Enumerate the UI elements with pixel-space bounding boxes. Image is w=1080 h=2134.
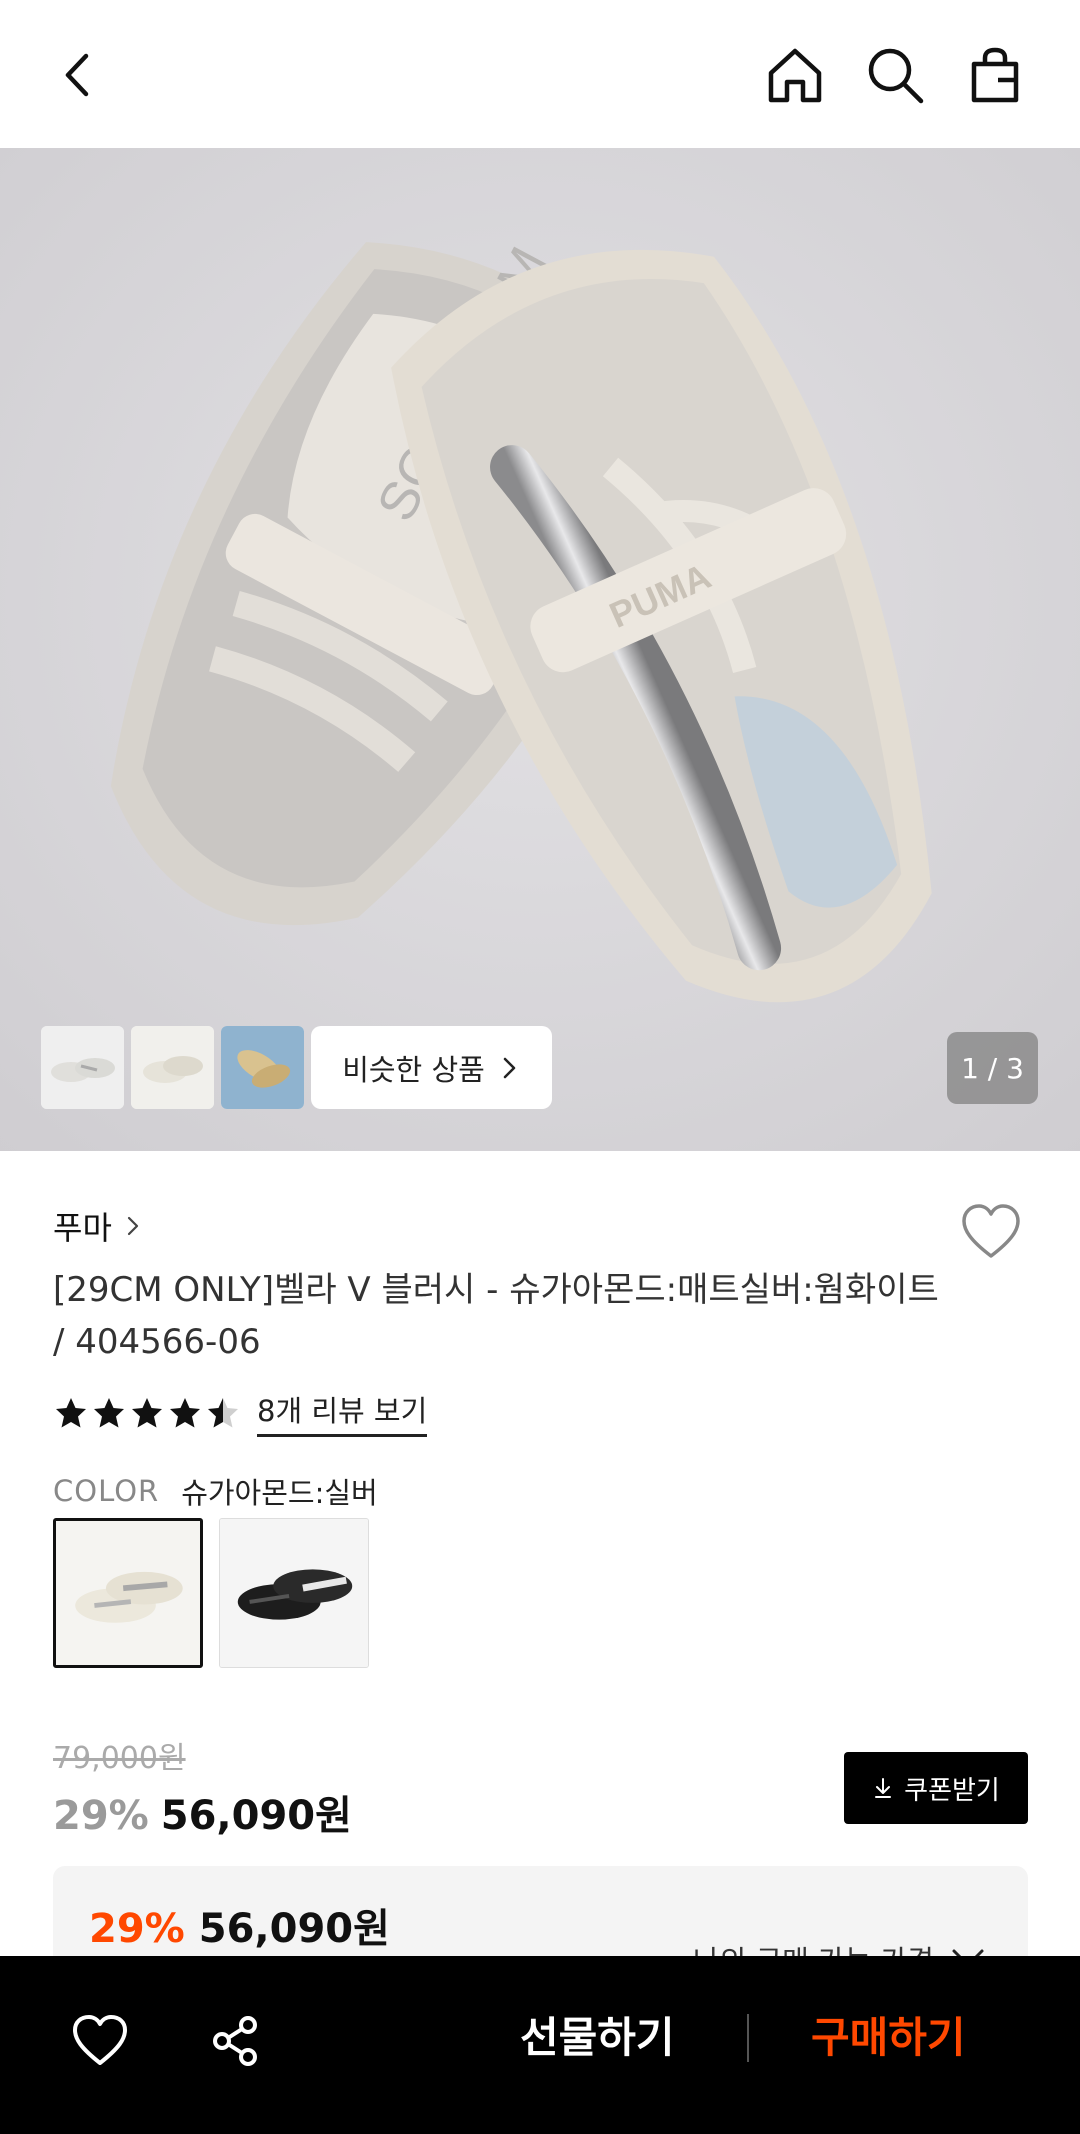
similar-products-label: 비슷한 상품 (342, 1052, 485, 1087)
thumbnail-2[interactable] (131, 1026, 214, 1109)
original-price: 79,000원 (53, 1741, 186, 1776)
search-icon (868, 48, 924, 104)
star-full-icon (94, 1397, 124, 1427)
bottom-action-bar: 선물하기 구매하기 (0, 1956, 1080, 2134)
shopping-bag-icon (971, 47, 1019, 103)
bottom-wishlist-button[interactable] (70, 2011, 130, 2071)
star-full-icon (132, 1397, 162, 1427)
color-label: COLOR (53, 1474, 160, 1508)
star-half-icon (208, 1397, 238, 1427)
thumbnail-3[interactable] (221, 1026, 304, 1109)
product-photo: SOFTFOAM PUMA (0, 148, 1080, 1151)
chevron-right-icon (503, 1057, 516, 1078)
my-discount-rate: 29% (89, 1906, 185, 1952)
my-price-amount: 56,090원 (198, 1906, 390, 1952)
coupon-label: 쿠폰받기 (904, 1775, 1000, 1806)
download-icon (875, 1778, 892, 1798)
buy-button[interactable]: 구매하기 (811, 2004, 966, 2065)
discount-rate: 29% (53, 1793, 149, 1839)
coupon-download-button[interactable]: 쿠폰받기 (844, 1752, 1028, 1824)
star-full-icon (56, 1397, 86, 1427)
thumbnail-1[interactable] (41, 1026, 124, 1109)
wishlist-button[interactable] (958, 1200, 1024, 1266)
chevron-left-icon (65, 53, 89, 97)
sale-price: 56,090원 (160, 1793, 352, 1839)
chevron-right-icon (127, 1216, 138, 1236)
product-title: [29CM ONLY]벨라 V 블러시 - 슈가아몬드:매트실버:웜화이트 / … (53, 1270, 939, 1362)
review-link[interactable]: 8개 리뷰 보기 (257, 1388, 428, 1437)
similar-products-button[interactable]: 비슷한 상품 (311, 1026, 552, 1109)
color-row: COLOR 슈가아몬드:실버 (53, 1470, 378, 1512)
product-image-carousel[interactable]: SOFTFOAM PUMA (0, 148, 1080, 1151)
bottom-divider (747, 2014, 749, 2062)
heart-icon (962, 1204, 1020, 1258)
thumbnail-strip (41, 1026, 304, 1109)
color-swatch-black[interactable] (219, 1518, 369, 1668)
color-value: 슈가아몬드:실버 (181, 1476, 378, 1510)
image-pager: 1 / 3 (947, 1032, 1038, 1104)
home-icon (768, 48, 822, 103)
home-button[interactable] (762, 42, 828, 108)
rating-row: 8개 리뷰 보기 (53, 1388, 428, 1437)
share-icon (213, 2016, 257, 2066)
gift-button[interactable]: 선물하기 (520, 2004, 675, 2065)
heart-icon (73, 2015, 127, 2065)
brand-link[interactable]: 푸마 (53, 1203, 144, 1249)
star-full-icon (170, 1397, 200, 1427)
sale-price-row: 29% 56,090원 (53, 1783, 352, 1841)
back-button[interactable] (46, 42, 112, 108)
top-navigation-bar (0, 0, 1080, 148)
color-swatches (53, 1518, 369, 1668)
color-swatch-sugar-almond[interactable] (53, 1518, 203, 1668)
search-button[interactable] (862, 42, 928, 108)
cart-button[interactable] (962, 42, 1028, 108)
share-button[interactable] (205, 2011, 265, 2071)
brand-name: 푸마 (53, 1209, 112, 1247)
